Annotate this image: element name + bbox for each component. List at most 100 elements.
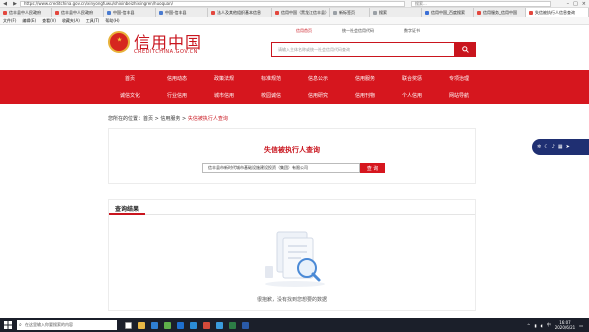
menu-item[interactable]: 收藏夹(A) bbox=[62, 18, 80, 24]
breadcrumb-home[interactable]: 首页 bbox=[143, 116, 153, 122]
clock-date: 2020/6/21 bbox=[554, 325, 576, 330]
browser-tab[interactable]: 失信被执行人信息查询 bbox=[526, 8, 589, 17]
nav-item[interactable]: 信用服务 bbox=[347, 75, 383, 82]
menu-item[interactable]: 查看(V) bbox=[42, 18, 56, 24]
browser-tab[interactable]: 信用中国（黑龙江信丰县） bbox=[272, 8, 330, 17]
forward-icon[interactable]: ▶ bbox=[10, 1, 20, 7]
nav-item[interactable]: 信用动态 bbox=[159, 75, 195, 82]
settings-icon[interactable]: ✲ bbox=[537, 144, 541, 150]
breadcrumb-service[interactable]: 信用服务 bbox=[160, 116, 180, 122]
browser-tab[interactable]: 中国-信丰县 bbox=[104, 8, 156, 17]
notification-icon[interactable]: ▭ bbox=[579, 323, 583, 328]
nav-item[interactable]: 联合奖惩 bbox=[394, 75, 430, 82]
browser-tab[interactable]: 新标签页 bbox=[330, 8, 370, 17]
wechat-icon[interactable] bbox=[164, 321, 171, 329]
nav-item[interactable]: 网站导航 bbox=[441, 92, 477, 99]
top-link-home[interactable]: 信用首页 bbox=[296, 28, 312, 34]
nav-item[interactable]: 信用刊物 bbox=[347, 92, 383, 99]
store-icon[interactable] bbox=[190, 321, 197, 329]
menu-item[interactable]: 编辑(E) bbox=[22, 18, 36, 24]
menu-bar: 文件(F) 编辑(E) 查看(V) 收藏夹(A) 工具(T) 帮助(H) bbox=[0, 17, 589, 25]
browser-tab[interactable]: 信丰县中人民政府 bbox=[0, 8, 52, 17]
tab-label: 信用中国（黑龙江信丰县） bbox=[281, 9, 329, 15]
word-icon[interactable] bbox=[242, 321, 249, 329]
browser-tab[interactable]: 法人及其他组织基本信息 bbox=[208, 8, 272, 17]
tab-bar: 信丰县中人民政府 信丰县中人民政府 中国-信丰县 中国-信丰县 法人及其他组织基本信息 信… bbox=[0, 8, 589, 17]
company-name-input[interactable]: 信丰县市新时代城市基础设施建设投资（集团）有限公司 bbox=[202, 163, 360, 173]
browser-tab[interactable]: 信丰县中人民政府 bbox=[52, 8, 104, 17]
arrow-icon[interactable]: ➤ bbox=[566, 144, 570, 150]
tab-favicon-icon bbox=[477, 10, 481, 15]
top-link-credit-code[interactable]: 统一社会信用代码 bbox=[342, 28, 374, 34]
browser-tab[interactable]: 信用服务_信用中国 bbox=[474, 8, 526, 17]
close-icon[interactable]: × bbox=[582, 1, 586, 7]
browser-search-input[interactable]: 搜索... bbox=[411, 0, 551, 7]
results-title: 查询结果 bbox=[115, 206, 140, 213]
ime-indicator[interactable]: 中 bbox=[547, 322, 551, 328]
nav-item[interactable]: 专项治理 bbox=[441, 75, 477, 82]
menu-item[interactable]: 文件(F) bbox=[3, 18, 16, 24]
search-icon bbox=[462, 46, 469, 53]
taskbar-search-input[interactable]: ⌕ 在这里输入你要搜索的内容 bbox=[17, 320, 117, 330]
nav-item[interactable]: 信息公示 bbox=[300, 75, 336, 82]
tab-favicon-icon bbox=[3, 10, 7, 15]
url-input[interactable]: https://www.creditchina.gov.cn/xinyongfu… bbox=[20, 0, 405, 7]
tab-label: 信用服务_信用中国 bbox=[483, 9, 517, 15]
browser-tab[interactable]: 中国-信丰县 bbox=[156, 8, 208, 17]
maximize-icon[interactable]: □ bbox=[573, 1, 578, 7]
moon-icon[interactable]: ☾ bbox=[544, 144, 548, 150]
nav-item[interactable]: 个人信用 bbox=[394, 92, 430, 99]
nav-item[interactable]: 标准规范 bbox=[253, 75, 289, 82]
tab-label: 中国-信丰县 bbox=[165, 9, 187, 15]
sound-icon[interactable]: ♪ bbox=[552, 144, 555, 150]
tray-up-icon[interactable]: ^ bbox=[527, 323, 530, 328]
search-icon: ⌕ bbox=[19, 322, 22, 328]
task-view-icon[interactable] bbox=[125, 321, 132, 329]
tab-favicon-icon bbox=[55, 10, 59, 15]
windows-start-icon[interactable] bbox=[4, 321, 12, 329]
browser-tab[interactable]: 信用中国_百度搜索 bbox=[422, 8, 474, 17]
floating-toolbar[interactable]: ✲ ☾ ♪ ▦ ➤ bbox=[532, 139, 589, 155]
nav-item[interactable]: 校园诚信 bbox=[253, 92, 289, 99]
app-icon[interactable] bbox=[203, 321, 210, 329]
ie-icon[interactable] bbox=[177, 321, 184, 329]
nav-item[interactable]: 城市信用 bbox=[206, 92, 242, 99]
taskbar-app-icons bbox=[125, 321, 249, 329]
site-search-input[interactable]: 请输入主体名称或统一社会信用代码查询 bbox=[271, 42, 455, 57]
top-links: 信用首页 统一社会信用代码 数字证书 bbox=[296, 28, 420, 34]
site-search-button[interactable] bbox=[455, 42, 476, 57]
network-icon[interactable]: ▮ bbox=[534, 323, 536, 328]
query-button[interactable]: 查 询 bbox=[360, 163, 385, 173]
empty-result-message: 很抱歉，没有找到您想要的数据 bbox=[256, 297, 327, 303]
back-icon[interactable]: ◀ bbox=[0, 1, 10, 7]
breadcrumb-separator: > bbox=[154, 116, 159, 122]
browser-icon[interactable] bbox=[216, 321, 223, 329]
tab-favicon-icon bbox=[333, 10, 337, 15]
tab-label: 信用中国_百度搜索 bbox=[431, 9, 465, 15]
results-panel: 查询结果 很抱歉，没有找到您想要的数据 bbox=[108, 199, 476, 311]
excel-icon[interactable] bbox=[229, 321, 236, 329]
volume-icon[interactable]: ◖ bbox=[541, 323, 543, 328]
edge-icon[interactable] bbox=[151, 321, 158, 329]
tab-favicon-icon bbox=[425, 10, 429, 15]
address-bar: ◀ ▶ https://www.creditchina.gov.cn/xinyo… bbox=[0, 0, 589, 8]
top-link-certificate[interactable]: 数字证书 bbox=[404, 28, 420, 34]
nav-item[interactable]: 首页 bbox=[112, 75, 148, 82]
file-explorer-icon[interactable] bbox=[138, 321, 145, 329]
tab-favicon-icon bbox=[373, 10, 377, 15]
breadcrumb-current: 失信被执行人查询 bbox=[187, 116, 228, 122]
nav-item[interactable]: 信用研究 bbox=[300, 92, 336, 99]
minimize-icon[interactable]: – bbox=[567, 1, 570, 7]
nav-item[interactable]: 行业信用 bbox=[159, 92, 195, 99]
browser-tab[interactable]: 搜索 bbox=[370, 8, 422, 17]
tab-label: 失信被执行人信息查询 bbox=[535, 9, 575, 15]
menu-item[interactable]: 帮助(H) bbox=[105, 18, 119, 24]
breadcrumb-prefix: 您所在的位置： bbox=[108, 116, 144, 122]
grid-icon[interactable]: ▦ bbox=[558, 144, 563, 150]
tab-favicon-icon bbox=[107, 10, 111, 15]
taskbar-search-placeholder: 在这里输入你要搜索的内容 bbox=[25, 322, 73, 327]
nav-item[interactable]: 政策法规 bbox=[206, 75, 242, 82]
menu-item[interactable]: 工具(T) bbox=[86, 18, 100, 24]
nav-item[interactable]: 诚信文化 bbox=[112, 92, 148, 99]
clock[interactable]: 16:07 2020/6/21 bbox=[555, 320, 576, 330]
